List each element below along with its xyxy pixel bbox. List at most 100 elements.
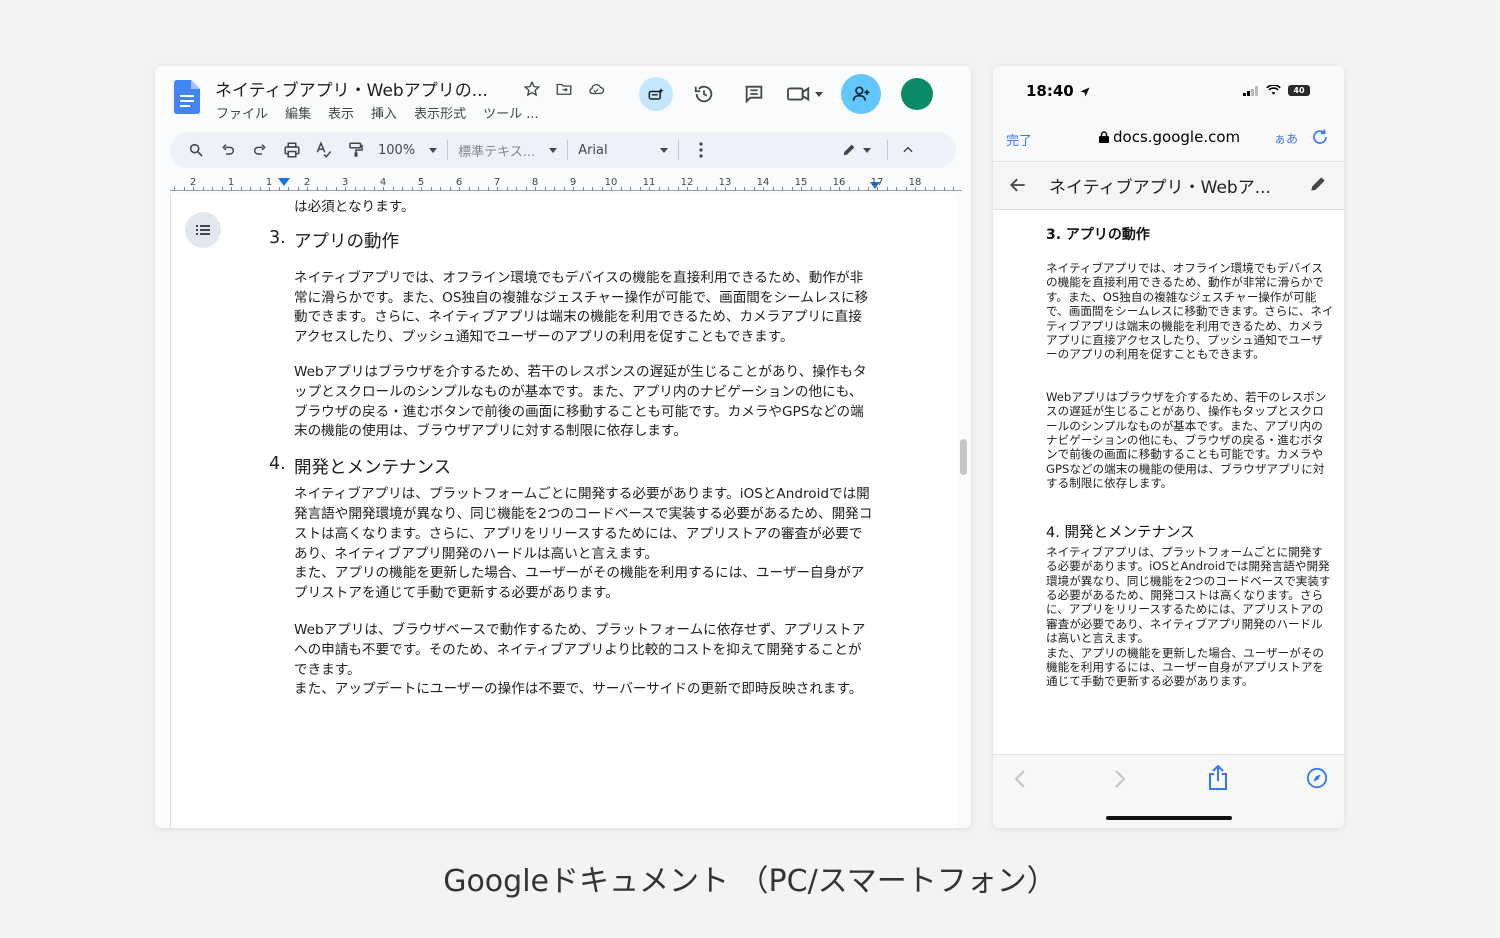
ruler-tick bbox=[772, 187, 774, 191]
chevron-right-icon[interactable] bbox=[1113, 769, 1127, 789]
more-icon[interactable] bbox=[691, 140, 711, 160]
undo-icon[interactable] bbox=[218, 140, 238, 160]
url-field[interactable]: docs.google.com bbox=[1099, 128, 1240, 146]
ruler-tick bbox=[639, 187, 641, 191]
ruler-tick bbox=[221, 187, 223, 191]
toolbar-divider bbox=[886, 140, 888, 160]
ruler-tick bbox=[240, 187, 242, 191]
mobile-document-body[interactable]: 3. アプリの動作 ネイティブアプリでは、オフライン環境でもデバイスの機能を直接… bbox=[1046, 224, 1334, 689]
home-indicator bbox=[1106, 816, 1232, 820]
status-time-value: 18:40 bbox=[1026, 82, 1074, 100]
cloud-saved-icon[interactable] bbox=[585, 78, 607, 100]
paragraph: ネイティブアプリでは、オフライン環境でもデバイスの機能を直接利用できるため、動作… bbox=[294, 269, 869, 346]
docs-toolbar: 100% 標準テキス... Arial bbox=[170, 132, 956, 168]
ruler-tick bbox=[440, 187, 441, 191]
ruler-tick bbox=[544, 187, 546, 191]
chevron-down-icon bbox=[549, 147, 558, 153]
ruler-tick bbox=[858, 187, 859, 191]
meet-button[interactable] bbox=[787, 84, 823, 104]
comment-icon bbox=[745, 85, 763, 104]
status-bar: 18:40 40 bbox=[993, 66, 1344, 118]
ruler-tick bbox=[744, 187, 745, 191]
paragraph: ネイティブアプリは、プラットフォームごとに開発する必要があります。iOSとAnd… bbox=[294, 486, 873, 562]
edit-icon[interactable] bbox=[1308, 174, 1328, 194]
paragraph: Webアプリはブラウザを介するため、若干のレスポンスの遅延が生じることがあり、操… bbox=[1046, 389, 1327, 491]
ruler-tick bbox=[905, 187, 907, 191]
scrollbar[interactable] bbox=[960, 439, 967, 475]
pc-docs-window: ネイティブアプリ・Webアプリの... ファイル 編集 表示 挿入 表示形式 ツ… bbox=[155, 66, 971, 828]
ruler-tick bbox=[383, 187, 384, 191]
menu-file[interactable]: ファイル bbox=[216, 103, 268, 122]
share-button[interactable] bbox=[841, 74, 881, 114]
share-icon[interactable] bbox=[1207, 765, 1229, 791]
safari-bottom-bar bbox=[993, 754, 1344, 828]
ruler-tick bbox=[269, 187, 270, 191]
menu-view[interactable]: 表示 bbox=[328, 103, 354, 122]
ruler-tick bbox=[886, 187, 888, 191]
menu-edit[interactable]: 編集 bbox=[285, 103, 311, 122]
signal-icon bbox=[1243, 85, 1258, 96]
editing-mode-select[interactable] bbox=[841, 142, 871, 158]
reader-settings-button[interactable]: ぁあ bbox=[1274, 130, 1298, 147]
ruler-tick bbox=[715, 187, 717, 191]
ruler-tick bbox=[725, 187, 726, 191]
url-text: docs.google.com bbox=[1113, 128, 1241, 146]
style-select[interactable]: 標準テキス... bbox=[458, 141, 558, 160]
ruler-tick bbox=[601, 187, 603, 191]
ruler-tick bbox=[582, 187, 584, 191]
menu-format[interactable]: 表示形式 bbox=[414, 103, 466, 122]
add-person-icon bbox=[852, 86, 870, 101]
print-icon[interactable] bbox=[282, 140, 302, 160]
style-value: 標準テキス... bbox=[458, 144, 536, 160]
move-folder-icon[interactable] bbox=[553, 78, 575, 100]
collapse-icon[interactable] bbox=[898, 140, 918, 160]
docs-logo-icon[interactable] bbox=[174, 80, 200, 114]
paragraph: また、アプリの機能を更新した場合、ユーザーがその機能を利用するには、ユーザー自身… bbox=[294, 565, 865, 602]
ruler-tick bbox=[706, 187, 707, 191]
status-icons: 40 bbox=[1243, 85, 1310, 96]
doc-title[interactable]: ネイティブアプリ・Webアプリの... bbox=[215, 76, 488, 101]
menu-tools[interactable]: ツール ... bbox=[483, 103, 539, 122]
ruler-tick bbox=[250, 187, 251, 191]
ruler[interactable]: 2 1 1 2 3 4 5 6 7 8 9 10 11 12 13 14 15 16 17 18 bbox=[170, 174, 962, 194]
search-icon[interactable] bbox=[186, 140, 206, 160]
star-icon[interactable] bbox=[521, 78, 543, 100]
zoom-select[interactable]: 100% bbox=[378, 142, 438, 158]
compass-icon[interactable] bbox=[1306, 767, 1328, 789]
paragraph: また、アプリの機能を更新した場合、ユーザーがその機能を利用するには、ユーザー自身… bbox=[1046, 645, 1325, 689]
ruler-tick bbox=[810, 187, 812, 191]
reload-icon[interactable] bbox=[1311, 128, 1329, 146]
ruler-tick bbox=[278, 187, 280, 191]
ruler-tick bbox=[468, 187, 470, 191]
done-button[interactable]: 完了 bbox=[1006, 130, 1032, 149]
chevron-left-icon[interactable] bbox=[1013, 769, 1027, 789]
ruler-tick bbox=[696, 187, 698, 191]
menu-insert[interactable]: 挿入 bbox=[371, 103, 397, 122]
paint-format-icon[interactable] bbox=[346, 140, 366, 160]
ruler-tick bbox=[563, 187, 565, 191]
ruler-tick bbox=[839, 187, 840, 191]
mobile-doc-title[interactable]: ネイティブアプリ・Webア... bbox=[1049, 173, 1271, 198]
ruler-tick bbox=[174, 187, 175, 191]
back-arrow-icon[interactable] bbox=[1008, 175, 1028, 195]
gemini-button[interactable] bbox=[639, 77, 673, 111]
document-body[interactable]: は必須となります。 3. アプリの動作 ネイティブアプリでは、オフライン環境でも… bbox=[269, 198, 874, 700]
spellcheck-icon[interactable] bbox=[314, 140, 334, 160]
status-time: 18:40 bbox=[1026, 82, 1091, 100]
battery-indicator: 40 bbox=[1288, 85, 1310, 96]
ruler-tick bbox=[791, 187, 793, 191]
ruler-tick bbox=[867, 187, 869, 191]
outline-button[interactable] bbox=[185, 212, 221, 248]
ruler-tick bbox=[896, 187, 897, 191]
font-select[interactable]: Arial bbox=[578, 143, 668, 158]
section-heading: 3. アプリの動作 bbox=[269, 228, 874, 253]
chevron-down-icon bbox=[429, 147, 438, 153]
avatar[interactable] bbox=[901, 78, 933, 110]
ruler-tick bbox=[202, 187, 204, 191]
ruler-tick bbox=[288, 187, 289, 191]
ruler-tick bbox=[668, 187, 669, 191]
zoom-value: 100% bbox=[378, 142, 416, 158]
comments-button[interactable] bbox=[737, 77, 771, 111]
history-button[interactable] bbox=[687, 77, 721, 111]
redo-icon[interactable] bbox=[250, 140, 270, 160]
